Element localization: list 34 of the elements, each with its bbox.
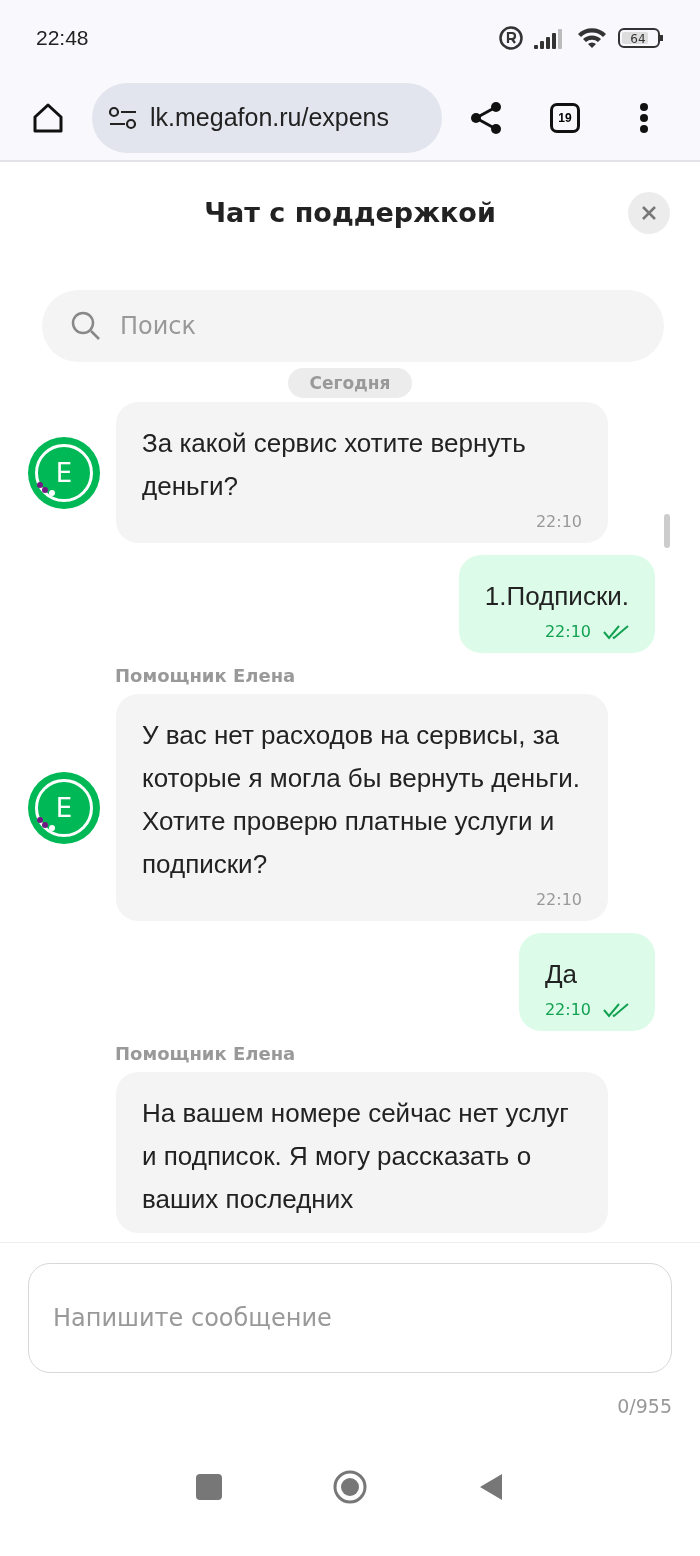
status-time: 22:48 [36,25,89,50]
url-text: lk.megafon.ru/expens [150,103,390,132]
message-time: 22:10 [544,1000,591,1019]
dots-icon [36,480,56,497]
message-text: 1.Подписки. [484,580,629,613]
message-text: Да [544,958,578,991]
search-field[interactable]: Поиск [118,311,636,341]
tabs-counter[interactable]: 19 [550,102,580,133]
sender-name: Помощник Елена [115,1043,296,1064]
wifi-icon [576,25,608,50]
search-icon [70,310,102,342]
home-button-icon[interactable] [332,1468,368,1505]
message-box[interactable]: Напишите сообщение [28,1263,672,1373]
chat-title: Чат с поддержкой [204,196,496,228]
back-icon[interactable] [478,1471,504,1502]
address-bar[interactable]: lk.megafon.ru/expens [92,82,442,153]
avatar: E [28,771,100,844]
dots-icon [36,815,56,832]
date-label: Сегодня [287,368,413,398]
site-settings-icon[interactable] [108,104,138,131]
message-time: 22:10 [544,622,591,641]
char-counter: 0/955 [617,1395,672,1417]
recents-icon[interactable] [196,1473,222,1500]
avatar: E [28,436,100,509]
scrollbar [664,514,670,548]
message-text: За какой сервис хотите вернуть деньги? [142,427,527,503]
roaming-icon [498,24,524,51]
search-bar[interactable]: Поиск [42,290,664,362]
close-icon[interactable] [628,192,670,234]
message-time: 22:10 [535,512,582,531]
sender-name: Помощник Елена [115,665,296,686]
message-text: На вашем номере сейчас нет услуг и подписок. Я могу рассказать о ваших последних [142,1097,570,1216]
message-text: У вас нет расходов на сервисы, за которые я могла бы вернуть деньги. Хотите проверю платные услуги и подписки? [142,719,581,881]
message-time: 22:10 [535,890,582,909]
